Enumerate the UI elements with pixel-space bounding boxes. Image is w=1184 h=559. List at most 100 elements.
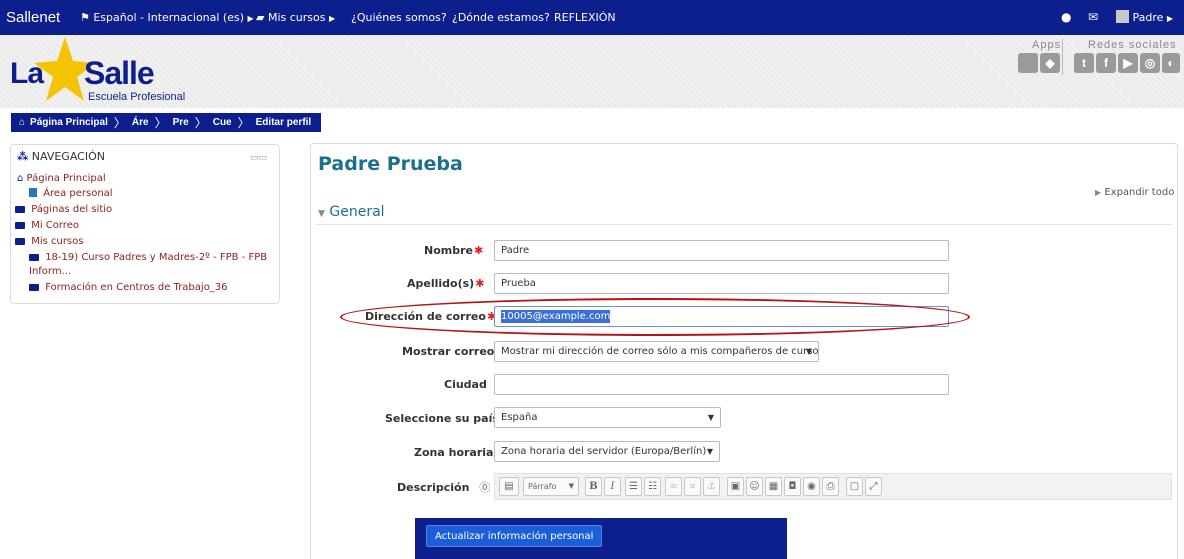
youtube-icon[interactable]: ▶ [1118, 53, 1138, 73]
fullscreen-icon[interactable]: ⤢ [865, 477, 882, 496]
logo-subtitle: Escuela Profesional [88, 91, 186, 103]
facebook-icon[interactable]: f [1096, 53, 1116, 73]
chevron-right-icon: 〉 [237, 116, 250, 130]
caret-right-icon: ▶ [1095, 188, 1102, 197]
required-icon: ✱ [475, 277, 485, 290]
reflection-link[interactable]: REFLEXIÓN [554, 0, 616, 35]
home-icon: ⌂ [19, 117, 26, 128]
twitter-icon[interactable]: t [1074, 53, 1094, 73]
nombre-label: Nombre✱ [424, 244, 483, 257]
editor-toolbar: ▤ Párrafo ▼ B I ☰ ☷ ∞ ∝ ⚓ ▣ ☺ ▦ ◘ ◉ ⎙ ▢ … [494, 473, 1172, 500]
unlink-icon[interactable]: ∝ [684, 477, 701, 496]
ciudad-input[interactable] [494, 374, 949, 395]
pais-value: España [501, 412, 538, 423]
la-salle-logo[interactable]: La Salle Escuela Profesional [4, 37, 204, 107]
nav-item-label: Área personal [43, 188, 113, 199]
pais-select[interactable]: España ▼ [494, 407, 721, 428]
nav-item-mail[interactable]: Mi Correo [15, 220, 79, 231]
nav-item-home[interactable]: ⌂ Página Principal [17, 173, 106, 184]
brand-link[interactable]: Sallenet [6, 0, 60, 35]
user-menu[interactable]: Padre ▶ [1116, 0, 1173, 35]
folder-icon [15, 222, 25, 229]
nav-item-course-padres[interactable]: 18-19) Curso Padres y Madres-2º - FPB - … [29, 252, 267, 263]
messages-icon[interactable]: ✉ [1088, 0, 1098, 35]
nombre-label-text: Nombre [424, 244, 473, 257]
folder-icon [29, 284, 39, 291]
breadcrumb-pre[interactable]: Pre [171, 117, 191, 128]
breadcrumb-home[interactable]: Página Principal [28, 117, 110, 128]
mostrar-correo-select[interactable]: Mostrar mi dirección de correo sólo a mi… [494, 341, 819, 362]
folder-icon [15, 206, 25, 213]
zona-select[interactable]: Zona horaria del servidor (Europa/Berlín… [494, 441, 720, 462]
descripcion-label: Descripción ⓪ [397, 479, 490, 495]
breadcrumb-edit-profile[interactable]: Editar perfil [254, 117, 314, 128]
descripcion-label-text: Descripción [397, 481, 470, 494]
link-icon[interactable]: ∞ [665, 477, 682, 496]
nav-item-course-cont[interactable]: Inform... [29, 266, 71, 277]
caret-right-icon: ▶ [1166, 14, 1174, 23]
block-controls-icon[interactable]: ▭▭ [250, 153, 267, 163]
breadcrumb-cue[interactable]: Cue [211, 117, 234, 128]
italic-icon[interactable]: I [604, 477, 621, 496]
apps-label: Apps [1032, 39, 1062, 51]
social-label: Redes sociales [1088, 39, 1177, 51]
nav-item-label: Mi Correo [31, 220, 79, 231]
format-value: Párrafo [528, 482, 557, 491]
page-icon [29, 188, 37, 197]
anchor-icon[interactable]: ⚓ [703, 477, 720, 496]
sitemap-icon: ⁂ [17, 150, 29, 163]
home-icon: ⌂ [17, 173, 24, 184]
expand-all-label: Expandir todo [1104, 187, 1175, 198]
briefcase-icon: ▰ [256, 11, 265, 24]
nav-item-label: 18-19) Curso Padres y Madres-2º - FPB - … [45, 252, 268, 263]
android-icon[interactable]: ◆ [1040, 53, 1060, 73]
toolbar-toggle-icon[interactable]: ▤ [499, 477, 519, 496]
about-link[interactable]: ¿Quiénes somos? [351, 0, 447, 35]
avatar [1116, 10, 1129, 23]
nav-item-label: Mis cursos [31, 236, 84, 247]
language-label: Español - Internacional (es) [93, 11, 245, 24]
section-general-toggle[interactable]: ▼ General [318, 204, 385, 220]
apellido-label: Apellido(s)✱ [407, 277, 484, 290]
breadcrumb: ⌂ Página Principal 〉 Áre 〉 Pre 〉 Cue 〉 E… [11, 113, 322, 132]
divider [316, 224, 1172, 225]
numbered-list-icon[interactable]: ☷ [644, 477, 661, 496]
update-profile-button[interactable]: Actualizar información personal [426, 525, 603, 547]
mostrar-correo-value: Mostrar mi dirección de correo sólo a mi… [501, 346, 819, 357]
pais-label: Seleccione su país [385, 412, 499, 425]
apellido-input[interactable]: Prueba [494, 273, 949, 294]
language-menu[interactable]: ⚑ Español - Internacional (es) ▶ [80, 0, 254, 35]
caret-right-icon: ▶ [328, 14, 336, 23]
instagram-icon[interactable]: ◎ [1140, 53, 1160, 73]
print-icon[interactable]: ⎙ [822, 477, 839, 496]
bold-icon[interactable]: B [585, 477, 602, 496]
nav-item-site-pages[interactable]: Páginas del sitio [15, 204, 112, 215]
notifications-icon[interactable]: ● [1061, 0, 1071, 35]
user-name: Padre [1132, 11, 1164, 24]
expand-all-link[interactable]: ▶ Expandir todo [1095, 187, 1174, 198]
media-icon[interactable]: ▦ [765, 477, 782, 496]
nav-item-my-courses[interactable]: Mis cursos [15, 236, 83, 247]
chevron-down-icon: ▼ [706, 447, 713, 456]
apple-icon[interactable] [1018, 53, 1038, 73]
format-select[interactable]: Párrafo ▼ [523, 477, 579, 496]
breadcrumb-area[interactable]: Áre [130, 117, 151, 128]
where-link[interactable]: ¿Dónde estamos? [452, 0, 550, 35]
zona-value: Zona horaria del servidor (Europa/Berlín… [501, 446, 707, 457]
emoticon-icon[interactable]: ☺ [746, 477, 763, 496]
nav-item-fct[interactable]: Formación en Centros de Trabajo_36 [29, 282, 228, 293]
blog-icon[interactable]: ◐ [1162, 53, 1180, 73]
recording-icon[interactable]: ◘ [784, 477, 801, 496]
image-icon[interactable]: ▣ [727, 477, 744, 496]
site-header: La Salle Escuela Profesional Apps Redes … [0, 35, 1184, 108]
bullet-list-icon[interactable]: ☰ [625, 477, 642, 496]
logo-la: La [10, 57, 44, 90]
folder-open-icon [15, 238, 25, 245]
courses-menu[interactable]: ▰ Mis cursos ▶ [256, 0, 335, 35]
social-links: Apps Redes sociales ◆ t f ▶ ◎ ◐ [1014, 37, 1184, 107]
nav-item-personal-area[interactable]: Área personal [29, 188, 113, 199]
save-icon[interactable]: ▢ [846, 477, 863, 496]
preview-icon[interactable]: ◉ [803, 477, 820, 496]
help-icon[interactable]: ⓪ [479, 481, 490, 494]
nombre-input[interactable]: Padre [494, 240, 949, 261]
